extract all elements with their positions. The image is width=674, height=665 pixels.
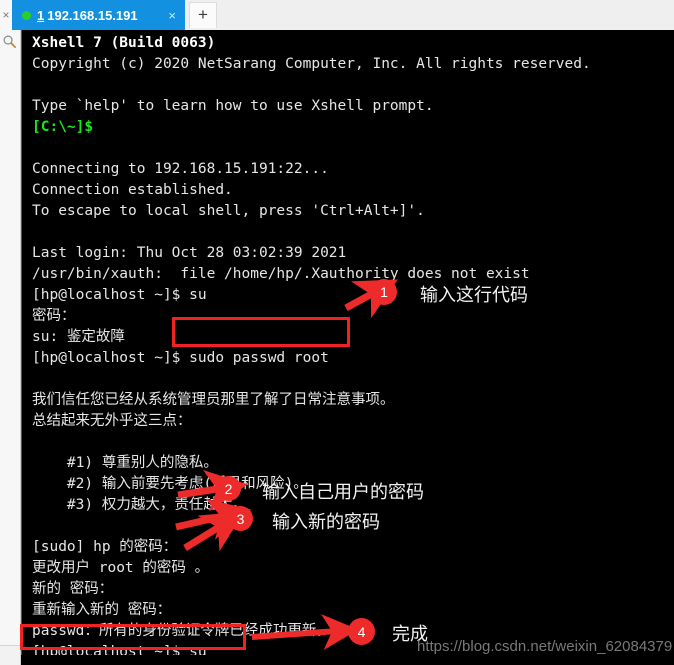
terminal-line-text: /usr/bin/xauth: file /home/hp/.Xauthorit… [32, 266, 530, 282]
terminal-line: Connection established. [32, 180, 674, 201]
terminal-line: #1) 尊重别人的隐私。 [32, 453, 674, 474]
terminal-line-text: passwd：所有的身份验证令牌已经成功更新。 [32, 623, 331, 639]
terminal-line: 重新输入新的 密码： [32, 600, 674, 621]
terminal-line: #3) 权力越大，责任越大。 [32, 495, 674, 516]
terminal-line: passwd：所有的身份验证令牌已经成功更新。 [32, 621, 674, 642]
terminal-line-text: 密码： [32, 308, 76, 324]
terminal-line-text: [hp@localhost ~]$ su [32, 287, 207, 303]
terminal-line: Xshell 7 (Build 0063) [32, 33, 674, 54]
terminal-line: su: 鉴定故障 [32, 327, 674, 348]
terminal-text: Xshell 7 (Build 0063) Copyright (c) 2020 … [32, 33, 674, 655]
terminal-line: 更改用户 root 的密码 。 [32, 558, 674, 579]
terminal-bottom-strip [21, 655, 674, 665]
search-icon[interactable] [2, 34, 17, 49]
terminal-line-text: 我们信任您已经从系统管理员那里了解了日常注意事项。 [32, 392, 395, 408]
terminal-line-text: 总结起来无外乎这三点： [32, 413, 192, 429]
connection-status-dot [22, 10, 31, 20]
terminal-line-text: To escape to local shell, press 'Ctrl+Al… [32, 203, 425, 219]
terminal-line-text: [hp@localhost ~]$ sudo passwd root [32, 350, 329, 366]
left-sidebar-rail [0, 30, 21, 665]
terminal-line: [hp@localhost ~]$ su [32, 285, 674, 306]
tab-bar: × 1 192.168.15.191 × + [0, 0, 674, 31]
close-icon[interactable]: × [165, 7, 179, 24]
terminal-line: [sudo] hp 的密码： [32, 537, 674, 558]
terminal-output-pane[interactable]: Xshell 7 (Build 0063) Copyright (c) 2020 … [21, 30, 674, 655]
terminal-line: 我们信任您已经从系统管理员那里了解了日常注意事项。 [32, 390, 674, 411]
left-sidebar-rail-footer [0, 645, 20, 665]
terminal-line-text: #2) 输入前要先考虑(后果和风险)。 [32, 476, 308, 492]
terminal-line-text: Type `help' to learn how to use Xshell p… [32, 98, 434, 114]
tab-bar-left-edge-stub: × [0, 0, 12, 30]
terminal-line-text: Copyright (c) 2020 NetSarang Computer, I… [32, 56, 591, 72]
terminal-prompt-text: [C:\~]$ [32, 119, 94, 135]
terminal-line: 密码： [32, 306, 674, 327]
terminal-line: Type `help' to learn how to use Xshell p… [32, 96, 674, 117]
terminal-line-text: #3) 权力越大，责任越大。 [32, 497, 247, 513]
terminal-line-text: su: 鉴定故障 [32, 329, 125, 345]
terminal-line-text: Xshell 7 (Build 0063) [32, 35, 216, 51]
terminal-line: Copyright (c) 2020 NetSarang Computer, I… [32, 54, 674, 75]
terminal-line: To escape to local shell, press 'Ctrl+Al… [32, 201, 674, 222]
tab-index-label: 1 [37, 7, 45, 23]
terminal-line: 新的 密码： [32, 579, 674, 600]
terminal-line: 总结起来无外乎这三点： [32, 411, 674, 432]
terminal-line: [hp@localhost ~]$ su [32, 642, 674, 655]
terminal-line-text: [sudo] hp 的密码： [32, 539, 178, 555]
terminal-line-text: 更改用户 root 的密码 。 [32, 560, 210, 576]
terminal-line: [C:\~]$ [32, 117, 674, 138]
terminal-line-text: #1) 尊重别人的隐私。 [32, 455, 218, 471]
terminal-line-text: Connecting to 192.168.15.191:22... [32, 161, 329, 177]
terminal-line-text: [hp@localhost ~]$ su [32, 644, 207, 655]
terminal-line: Last login: Thu Oct 28 03:02:39 2021 [32, 243, 674, 264]
terminal-line-text: Connection established. [32, 182, 233, 198]
terminal-line: /usr/bin/xauth: file /home/hp/.Xauthorit… [32, 264, 674, 285]
terminal-line-text: Last login: Thu Oct 28 03:02:39 2021 [32, 245, 347, 261]
terminal-line: [hp@localhost ~]$ sudo passwd root [32, 348, 674, 369]
xshell-window: × 1 192.168.15.191 × + Xshell 7 (Build 0… [0, 0, 674, 665]
tab-title-label: 192.168.15.191 [47, 7, 138, 23]
terminal-line-text: 新的 密码： [32, 581, 114, 597]
tab-192-168-15-191[interactable]: 1 192.168.15.191 × [12, 0, 185, 30]
new-tab-button[interactable]: + [189, 2, 217, 28]
terminal-line-text: 重新输入新的 密码： [32, 602, 172, 618]
terminal-line: Connecting to 192.168.15.191:22... [32, 159, 674, 180]
terminal-line: #2) 输入前要先考虑(后果和风险)。 [32, 474, 674, 495]
